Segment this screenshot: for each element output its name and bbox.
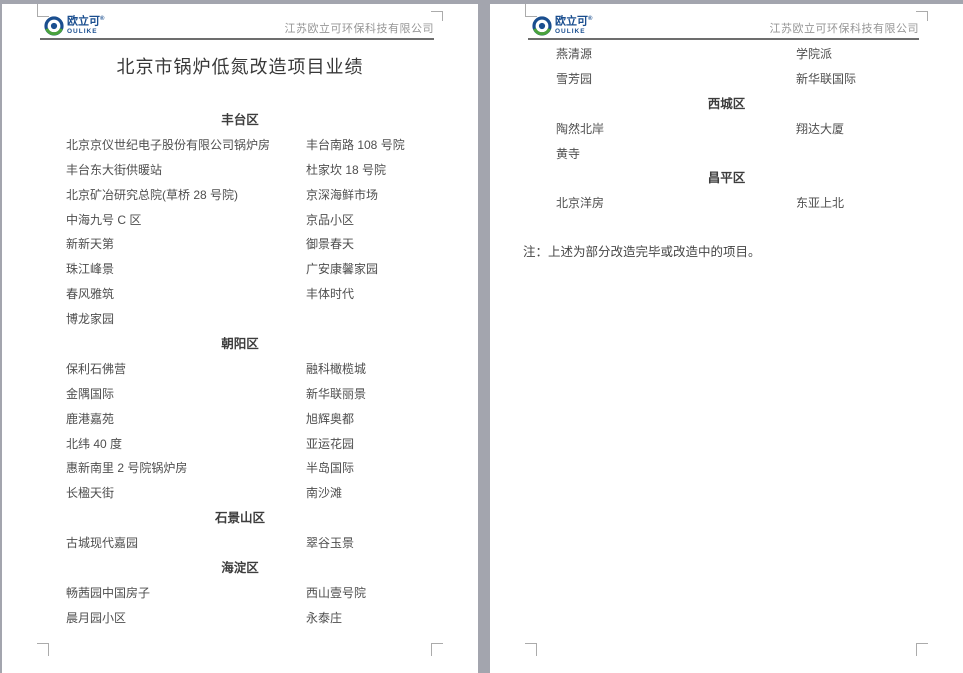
project-item: 新新天第 (66, 232, 114, 257)
project-item: 雪芳园 (556, 67, 592, 92)
project-item: 杜家坎 18 号院 (306, 158, 386, 183)
logo-text-en: OULIKE (555, 29, 592, 36)
project-row: 黄寺 (490, 142, 963, 167)
project-row: 春风雅筑 丰体时代 (2, 282, 478, 307)
district-header: 丰台区 (2, 108, 478, 133)
project-item: 新华联丽景 (306, 382, 366, 407)
project-item: 博龙家园 (66, 307, 114, 332)
project-row: 丰台东大街供暖站 杜家坎 18 号院 (2, 158, 478, 183)
crop-mark-bottom-left (525, 643, 537, 656)
project-item: 旭辉奥都 (306, 407, 354, 432)
project-row: 畅茜园中国房子 西山壹号院 (2, 581, 478, 606)
project-item: 北京矿冶研究总院(草桥 28 号院) (66, 183, 238, 208)
project-item: 长楹天街 (66, 481, 114, 506)
page-header: 欧立可® OULIKE 江苏欧立可环保科技有限公司 (528, 14, 919, 40)
project-item: 北京京仪世纪电子股份有限公司锅炉房 (66, 133, 270, 158)
note-text: 注：上述为部分改造完毕或改造中的项目。 (523, 241, 761, 260)
project-row: 雪芳园 新华联国际 (490, 67, 963, 92)
oulike-logo-icon (532, 16, 552, 36)
company-logo: 欧立可® OULIKE (44, 16, 104, 36)
document-page-1: 欧立可® OULIKE 江苏欧立可环保科技有限公司 北京市锅炉低氮改造项目业绩 … (2, 4, 478, 673)
project-row: 金隅国际 新华联丽景 (2, 382, 478, 407)
project-item: 东亚上北 (796, 191, 844, 216)
page-header: 欧立可® OULIKE 江苏欧立可环保科技有限公司 (40, 14, 434, 40)
project-row: 长楹天街 南沙滩 (2, 481, 478, 506)
district-header: 海淀区 (2, 556, 478, 581)
project-item: 黄寺 (556, 142, 580, 167)
project-row: 北京京仪世纪电子股份有限公司锅炉房 丰台南路 108 号院 (2, 133, 478, 158)
project-row: 陶然北岸 翔达大厦 (490, 117, 963, 142)
project-item: 珠江峰景 (66, 257, 114, 282)
project-item: 北纬 40 度 (66, 432, 122, 457)
project-row: 博龙家园 (2, 307, 478, 332)
project-item: 京品小区 (306, 208, 354, 233)
project-item: 翠谷玉景 (306, 531, 354, 556)
district-header: 昌平区 (490, 166, 963, 191)
project-row: 北京矿冶研究总院(草桥 28 号院) 京深海鲜市场 (2, 183, 478, 208)
project-item: 永泰庄 (306, 606, 342, 631)
company-name-header: 江苏欧立可环保科技有限公司 (285, 20, 435, 36)
logo-text-cn: 欧立可® (67, 16, 104, 28)
project-item: 金隅国际 (66, 382, 114, 407)
logo-text: 欧立可® OULIKE (555, 16, 592, 35)
project-row: 北京洋房 东亚上北 (490, 191, 963, 216)
project-item: 保利石佛营 (66, 357, 126, 382)
project-row: 珠江峰景 广安康馨家园 (2, 257, 478, 282)
project-item: 西山壹号院 (306, 581, 366, 606)
project-item: 亚运花园 (306, 432, 354, 457)
project-item: 广安康馨家园 (306, 257, 378, 282)
project-row: 保利石佛营 融科橄榄城 (2, 357, 478, 382)
logo-text-cn: 欧立可® (555, 16, 592, 28)
page2-project-list: 燕清源 学院派雪芳园 新华联国际西城区陶然北岸 翔达大厦黄寺昌平区北京洋房 东亚上北 (490, 42, 963, 216)
company-logo: 欧立可® OULIKE (532, 16, 592, 36)
project-row: 北纬 40 度 亚运花园 (2, 432, 478, 457)
project-item: 融科橄榄城 (306, 357, 366, 382)
crop-mark-bottom-right (916, 643, 928, 656)
project-item: 春风雅筑 (66, 282, 114, 307)
project-item: 南沙滩 (306, 481, 342, 506)
district-header: 石景山区 (2, 506, 478, 531)
project-row: 惠新南里 2 号院锅炉房 半岛国际 (2, 456, 478, 481)
oulike-logo-icon (44, 16, 64, 36)
project-item: 京深海鲜市场 (306, 183, 378, 208)
registered-mark: ® (100, 16, 104, 22)
logo-text: 欧立可® OULIKE (67, 16, 104, 35)
project-item: 丰台东大街供暖站 (66, 158, 162, 183)
project-row: 新新天第 御景春天 (2, 232, 478, 257)
project-item: 晨月园小区 (66, 606, 126, 631)
project-item: 燕清源 (556, 42, 592, 67)
project-item: 御景春天 (306, 232, 354, 257)
project-row: 燕清源 学院派 (490, 42, 963, 67)
project-item: 丰体时代 (306, 282, 354, 307)
project-row: 鹿港嘉苑 旭辉奥都 (2, 407, 478, 432)
project-item: 丰台南路 108 号院 (306, 133, 405, 158)
project-row: 古城现代嘉园 翠谷玉景 (2, 531, 478, 556)
project-item: 学院派 (796, 42, 832, 67)
registered-mark: ® (588, 16, 592, 22)
district-header: 西城区 (490, 92, 963, 117)
project-item: 惠新南里 2 号院锅炉房 (66, 456, 187, 481)
project-item: 半岛国际 (306, 456, 354, 481)
crop-mark-bottom-left (37, 643, 49, 656)
logo-text-en: OULIKE (67, 29, 104, 36)
project-item: 鹿港嘉苑 (66, 407, 114, 432)
project-item: 北京洋房 (556, 191, 604, 216)
project-row: 中海九号 C 区 京品小区 (2, 208, 478, 233)
project-row: 晨月园小区 永泰庄 (2, 606, 478, 631)
document-title: 北京市锅炉低氮改造项目业绩 (2, 54, 478, 80)
crop-mark-bottom-right (431, 643, 443, 656)
project-item: 翔达大厦 (796, 117, 844, 142)
project-item: 中海九号 C 区 (66, 208, 141, 233)
project-item: 陶然北岸 (556, 117, 604, 142)
district-header: 朝阳区 (2, 332, 478, 357)
page1-project-list: 丰台区北京京仪世纪电子股份有限公司锅炉房 丰台南路 108 号院丰台东大街供暖站 杜… (2, 108, 478, 631)
project-item: 畅茜园中国房子 (66, 581, 150, 606)
project-item: 古城现代嘉园 (66, 531, 138, 556)
document-page-2: 欧立可® OULIKE 江苏欧立可环保科技有限公司 燕清源 学院派雪芳园 新华联国际… (490, 4, 963, 673)
company-name-header: 江苏欧立可环保科技有限公司 (770, 20, 920, 36)
project-item: 新华联国际 (796, 67, 856, 92)
